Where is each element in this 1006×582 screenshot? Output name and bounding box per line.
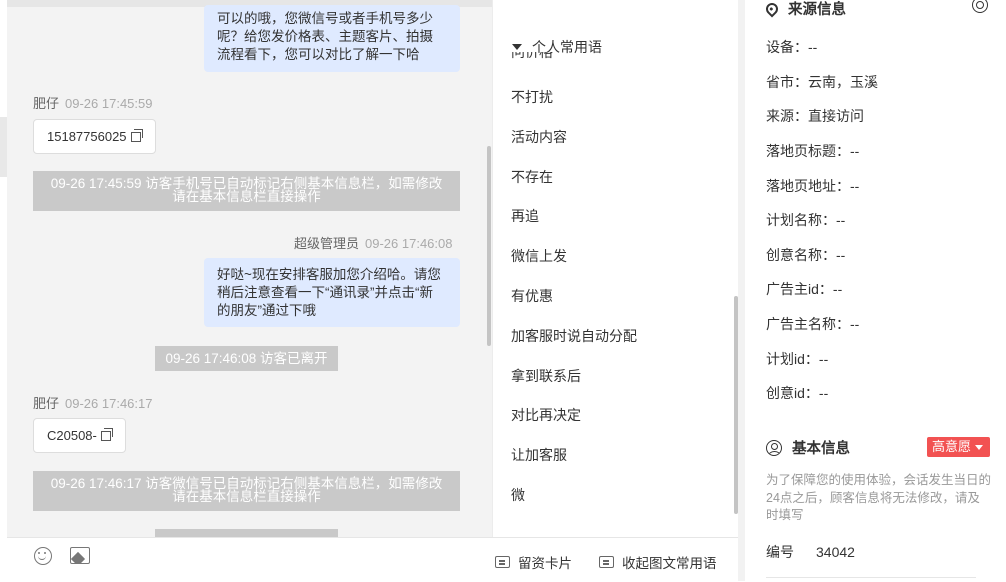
phrase-item[interactable]: 对比再决定 — [511, 405, 581, 425]
source-info-title: 来源信息 — [788, 2, 846, 18]
info-row-plan-name: 计划名称：-- — [766, 212, 846, 228]
message-time: 09-26 17:45:59 — [65, 96, 153, 111]
message-line: 稍后注意查看一下“通讯录”并点击“新 — [217, 285, 433, 300]
caret-down-icon[interactable] — [512, 44, 522, 50]
info-row-advertiser-name: 广告主名称：-- — [766, 316, 860, 332]
agent-message-bubble: 好哒~现在安排客服加您介绍哈。请您 稍后注意查看一下“通讯录”并点击“新 的朋友… — [204, 258, 460, 327]
info-row-device: 设备：-- — [766, 39, 818, 55]
sender-name: 肥仔 — [33, 396, 60, 411]
source-info-header: 来源信息 — [763, 0, 846, 19]
message-sender: 超级管理员 09-26 17:46:08 — [294, 233, 452, 252]
phrases-group-header[interactable]: 个人常用语 — [512, 37, 602, 57]
location-pin-icon — [763, 0, 781, 17]
sender-name: 超级管理员 — [294, 236, 360, 251]
caret-down-icon[interactable] — [975, 445, 984, 451]
info-row-creative-name: 创意名称：-- — [766, 247, 846, 263]
lead-card-label[interactable]: 留资卡片 — [518, 552, 572, 572]
message-square-icon — [599, 556, 614, 568]
common-phrases-panel: 问价格 个人常用语 不打扰 活动内容 不存在 再追 微信上发 有优惠 加客服时说… — [492, 0, 739, 537]
visitor-message-bubble[interactable]: 15187756025 — [33, 119, 156, 154]
message-content[interactable]: 15187756025 — [47, 120, 127, 153]
left-edge — [0, 0, 7, 581]
chat-panel: 可以的哦，您微信号或者手机号多少 呢？给您发价格表、主题客片、拍摄 流程看下，您… — [7, 0, 492, 537]
visitor-message-bubble[interactable]: C20508- — [33, 418, 126, 453]
phrase-item[interactable]: 微信上发 — [511, 246, 567, 266]
visitor-info-panel: 来源信息 设备：-- 省市：云南，玉溪 来源：直接访问 落地页标题：-- 落地页… — [745, 0, 1006, 581]
copy-icon[interactable] — [100, 427, 113, 441]
collapse-phrases-button[interactable]: 收起图文常用语 — [599, 552, 717, 572]
phrase-item[interactable]: 不打扰 — [511, 87, 553, 107]
system-notice-line: 请在基本信息栏直接操作 — [172, 489, 321, 504]
chat-scrollbar[interactable] — [487, 146, 491, 346]
phrase-item[interactable]: 不存在 — [511, 167, 553, 187]
chat-toolbar: 留资卡片 收起图文常用语 — [7, 537, 744, 582]
info-row-number: 编号 34042 — [766, 542, 855, 562]
system-notice: 09-26 17:45:59 访客手机号已自动标记右侧基本信息栏，如需修改 请在… — [33, 171, 460, 211]
info-row-creative-id: 创意id：-- — [766, 385, 829, 401]
phrase-item[interactable]: 微 — [511, 485, 525, 505]
phrase-item[interactable]: 拿到联系后 — [511, 366, 581, 386]
agent-message-bubble: 可以的哦，您微信号或者手机号多少 呢？给您发价格表、主题客片、拍摄 流程看下，您… — [204, 5, 460, 72]
field-underline — [766, 577, 976, 578]
basic-info-title: 基本信息 — [792, 441, 850, 457]
system-notice-line: 09-26 17:46:08 访客已离开 — [165, 351, 328, 366]
message-line: 呢？给您发价格表、主题客片、拍摄 — [217, 29, 433, 44]
view-icon[interactable] — [972, 0, 988, 13]
phrase-item[interactable]: 让加客服 — [511, 445, 567, 465]
message-time: 09-26 17:46:08 — [365, 236, 453, 251]
phrase-item[interactable]: 活动内容 — [511, 127, 567, 147]
panel-divider — [738, 0, 745, 581]
info-row-plan-id: 计划id：-- — [766, 351, 829, 367]
message-line: 的朋友”通过下哦 — [217, 303, 316, 318]
emoji-icon[interactable] — [34, 547, 52, 565]
number-value: 34042 — [816, 544, 855, 560]
info-row-region: 省市：云南，玉溪 — [766, 74, 878, 90]
basic-info-header: 基本信息 — [766, 437, 850, 458]
message-sender: 肥仔 09-26 17:45:59 — [33, 93, 152, 112]
message-sender: 肥仔 09-26 17:46:17 — [33, 393, 152, 412]
message-square-icon — [495, 556, 510, 568]
number-label: 编号 — [766, 544, 794, 560]
message-line: 流程看下，您可以对比了解一下哈 — [217, 47, 420, 62]
intent-level-dropdown[interactable]: 高意愿 — [927, 437, 990, 457]
image-icon[interactable] — [70, 547, 90, 564]
message-line: 可以的哦，您微信号或者手机号多少 — [217, 11, 433, 26]
intent-level-label[interactable]: 高意愿 — [932, 439, 971, 454]
message-content[interactable]: C20508- — [47, 419, 97, 452]
collapse-phrases-label[interactable]: 收起图文常用语 — [622, 552, 717, 572]
system-notice: 09-26 17:46:08 访客已离开 — [155, 346, 338, 371]
message-time: 09-26 17:46:17 — [65, 396, 153, 411]
lead-card-button[interactable]: 留资卡片 — [495, 552, 572, 572]
collapse-handle[interactable] — [0, 117, 7, 177]
user-icon — [766, 439, 782, 456]
copy-icon[interactable] — [130, 128, 143, 142]
info-row-landing-url: 落地页地址：-- — [766, 178, 860, 194]
message-line: 好哒~现在安排客服加您介绍哈。请您 — [217, 267, 441, 282]
system-notice-line: 请在基本信息栏直接操作 — [172, 189, 321, 204]
phrase-item[interactable]: 加客服时说自动分配 — [511, 326, 637, 346]
phrase-item[interactable]: 有优惠 — [511, 286, 553, 306]
phrase-item[interactable]: 再追 — [511, 206, 539, 226]
info-row-landing-title: 落地页标题：-- — [766, 143, 860, 159]
info-row-source: 来源：直接访问 — [766, 108, 864, 124]
system-notice-partial — [155, 529, 338, 537]
sender-name: 肥仔 — [33, 96, 60, 111]
edit-notice: 为了保障您的使用体验，会话发生当日的24点之后，顾客信息将无法修改，请及时填写 — [766, 473, 992, 522]
system-notice: 09-26 17:46:17 访客微信号已自动标记右侧基本信息栏，如需修改 请在… — [33, 471, 460, 511]
phrases-group-label[interactable]: 个人常用语 — [532, 37, 602, 57]
info-row-advertiser-id: 广告主id：-- — [766, 281, 843, 297]
